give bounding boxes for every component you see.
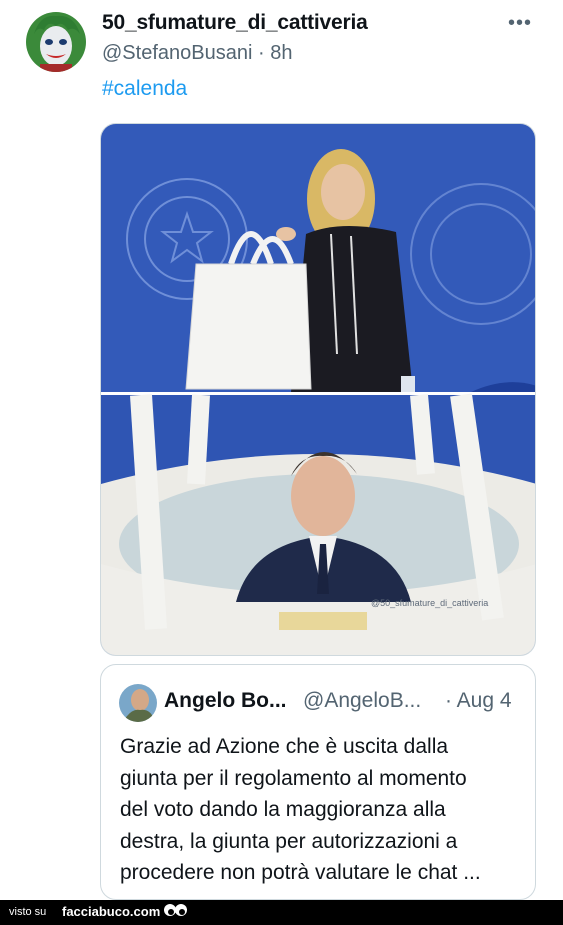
author-avatar[interactable]: [26, 12, 86, 72]
author-handle-row: @StefanoBusani · 8h: [102, 42, 292, 65]
tweet-time[interactable]: 8h: [270, 42, 292, 64]
quoted-tweet-card[interactable]: Angelo Bo... @AngeloB... · Aug 4 Grazie …: [100, 664, 536, 900]
tweet-media-image[interactable]: @50_sfumature_di_cattiveria: [100, 123, 536, 656]
footer-visto-label: visto su: [9, 906, 47, 918]
author-display-name[interactable]: 50_sfumature_di_cattiveria: [102, 11, 368, 35]
quoted-tweet-text: Grazie ad Azione che è uscita dalla giun…: [120, 735, 481, 884]
quoted-date[interactable]: · Aug 4: [445, 689, 512, 713]
more-options-icon[interactable]: •••: [508, 12, 532, 35]
quoted-author-avatar[interactable]: [119, 684, 157, 722]
hashtag-link[interactable]: #calenda: [102, 77, 187, 101]
googly-eyes-icon: [163, 902, 187, 925]
site-footer-banner: visto su facciabuco.com: [0, 900, 563, 925]
quoted-author-handle[interactable]: @AngeloB...: [303, 689, 421, 713]
author-handle[interactable]: @StefanoBusani: [102, 42, 252, 64]
separator: ·: [257, 42, 265, 64]
quoted-author-name[interactable]: Angelo Bo...: [164, 689, 287, 713]
footer-site-name[interactable]: facciabuco.com: [62, 904, 160, 919]
image-watermark: @50_sfumature_di_cattiveria: [371, 598, 488, 608]
